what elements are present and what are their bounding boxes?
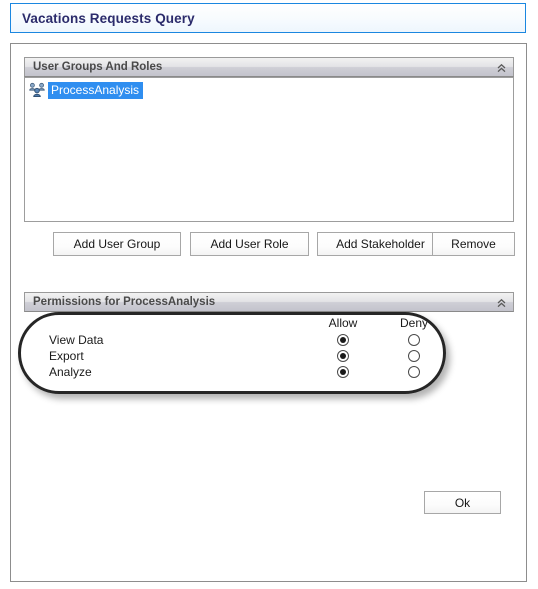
dialog-window: Vacations Requests Query User Groups And…	[0, 0, 538, 589]
table-row: Analyze	[35, 364, 455, 380]
user-group-icon	[29, 82, 45, 98]
permissions-panel-title: Permissions for ProcessAnalysis	[33, 296, 216, 308]
radio-view-data-allow[interactable]	[337, 334, 349, 346]
permission-label: Export	[49, 349, 84, 363]
user-groups-panel-title: User Groups And Roles	[33, 61, 163, 73]
window-titlebar: Vacations Requests Query	[10, 3, 526, 33]
double-chevron-up-icon[interactable]	[496, 58, 507, 78]
permissions-table-header: Allow Deny	[35, 316, 455, 332]
add-user-role-button[interactable]: Add User Role	[190, 232, 309, 256]
add-stakeholder-button[interactable]: Add Stakeholder	[317, 232, 444, 256]
permission-label: View Data	[49, 333, 104, 347]
radio-export-deny[interactable]	[408, 350, 420, 362]
permission-label: Analyze	[49, 365, 92, 379]
window-title: Vacations Requests Query	[22, 10, 195, 26]
radio-analyze-deny[interactable]	[408, 366, 420, 378]
radio-export-allow[interactable]	[337, 350, 349, 362]
remove-button[interactable]: Remove	[432, 232, 515, 256]
radio-analyze-allow[interactable]	[337, 366, 349, 378]
column-header-deny: Deny	[399, 316, 428, 330]
table-row: View Data	[35, 332, 455, 348]
ok-button[interactable]: Ok	[424, 491, 501, 514]
column-header-allow: Allow	[328, 316, 358, 330]
permissions-panel-header[interactable]: Permissions for ProcessAnalysis	[24, 292, 514, 312]
add-user-group-button[interactable]: Add User Group	[53, 232, 181, 256]
user-groups-listbox[interactable]: ProcessAnalysis	[24, 77, 514, 222]
table-row: Export	[35, 348, 455, 364]
double-chevron-up-icon[interactable]	[496, 293, 507, 313]
list-item[interactable]: ProcessAnalysis	[25, 81, 513, 99]
permissions-table: Allow Deny View Data Export Analyze	[35, 316, 455, 380]
list-item-label[interactable]: ProcessAnalysis	[48, 81, 144, 99]
dialog-body: User Groups And Roles ProcessAnalysis Ad…	[10, 43, 527, 582]
radio-view-data-deny[interactable]	[408, 334, 420, 346]
user-groups-panel-header[interactable]: User Groups And Roles	[24, 57, 514, 77]
